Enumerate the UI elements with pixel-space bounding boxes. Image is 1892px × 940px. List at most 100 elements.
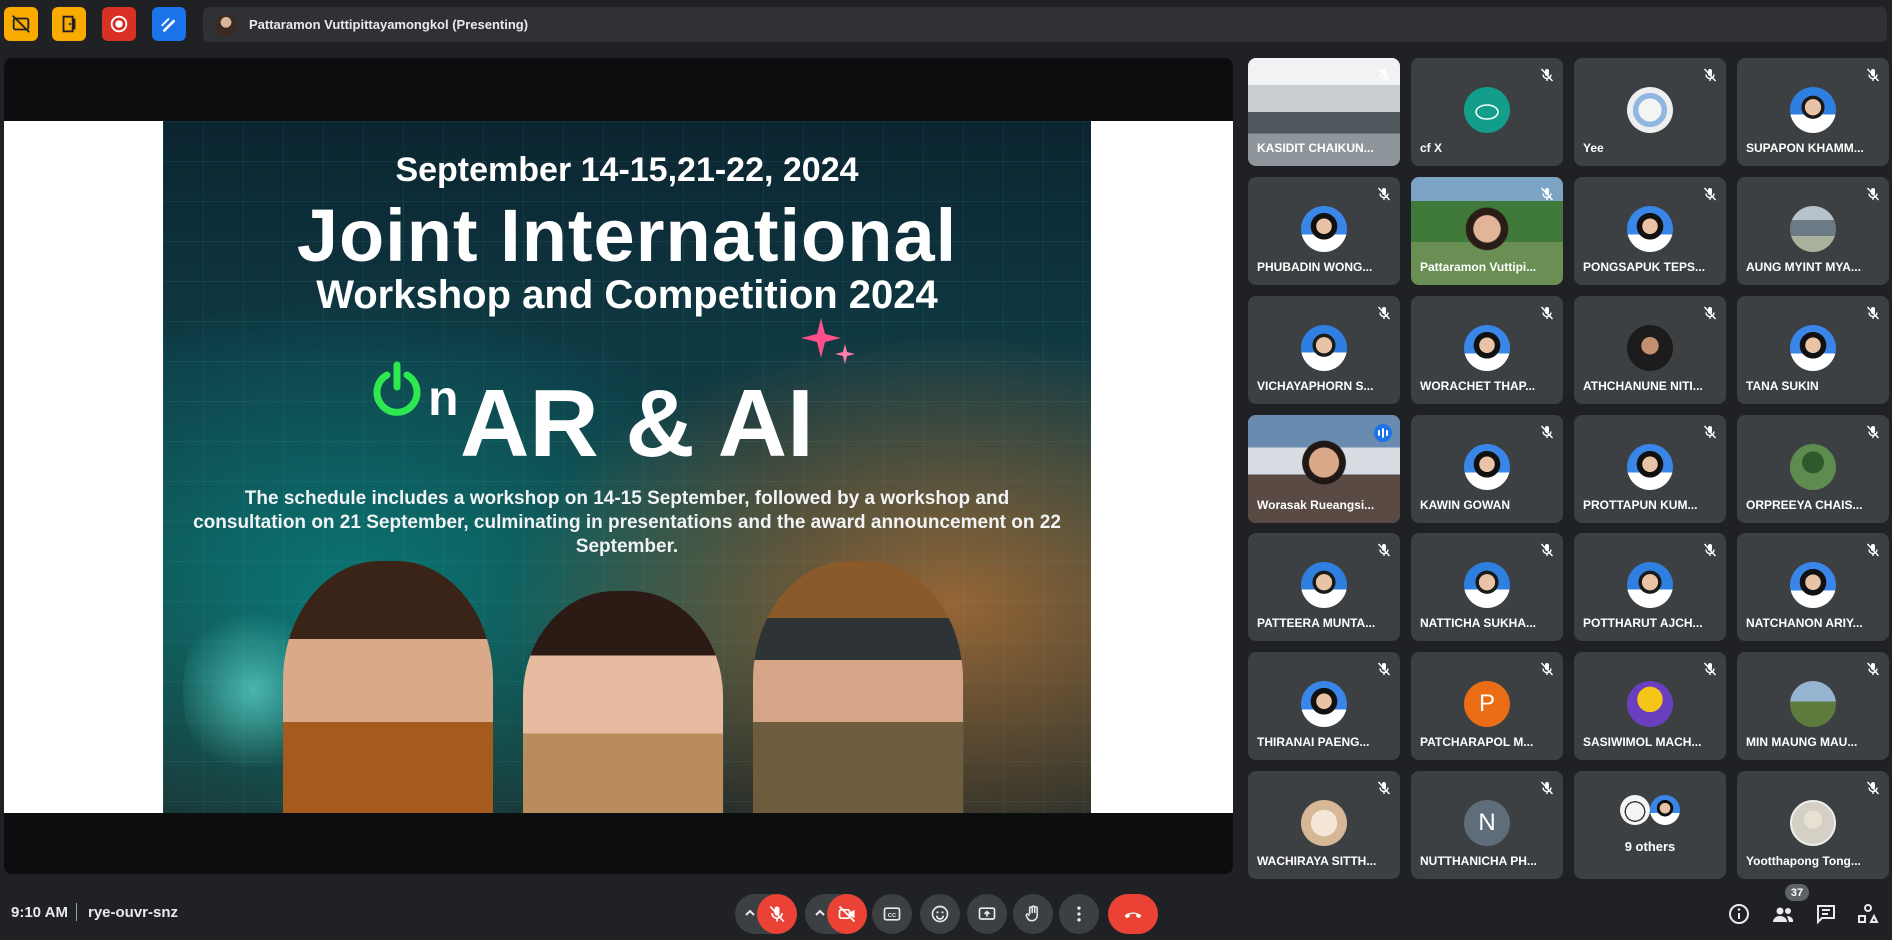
participant-tile[interactable]: PHUBADIN WONG...	[1248, 177, 1400, 285]
meeting-info-icon[interactable]	[1727, 902, 1751, 926]
slide-person-right-vr	[753, 561, 963, 813]
leave-call-button[interactable]	[1108, 894, 1158, 934]
participant-tile[interactable]: MIN MAUNG MAU...	[1737, 652, 1889, 760]
mic-muted-icon	[1865, 424, 1881, 440]
mic-muted-icon	[1865, 67, 1881, 83]
participant-tile[interactable]: N NUTTHANICHA PH...	[1411, 771, 1563, 879]
mic-muted-icon	[1702, 305, 1718, 321]
participant-name: cf X	[1420, 141, 1443, 155]
participant-name: ORPREEYA CHAIS...	[1746, 498, 1863, 512]
camera-off-icon	[838, 905, 856, 923]
bottom-bar: 9:10 AM rye-ouvr-snz CC	[0, 880, 1892, 940]
participant-name: SASIWIMOL MACH...	[1583, 735, 1702, 749]
participant-name: MIN MAUNG MAU...	[1746, 735, 1858, 749]
activities-icon[interactable]	[1856, 902, 1880, 926]
avatar	[1464, 444, 1510, 490]
recording-tool-button[interactable]	[102, 7, 136, 41]
avatar	[1627, 206, 1673, 252]
mic-muted-icon	[1702, 424, 1718, 440]
mic-muted-icon	[1702, 186, 1718, 202]
presenting-banner-text: Pattaramon Vuttipittayamongkol (Presenti…	[249, 17, 529, 32]
avatar	[1301, 562, 1347, 608]
participant-tile[interactable]: KASIDIT CHAIKUN...	[1248, 58, 1400, 166]
presentation-slide: September 14-15,21-22, 2024 Joint Intern…	[163, 121, 1091, 813]
presenting-banner[interactable]: Pattaramon Vuttipittayamongkol (Presenti…	[203, 7, 1887, 42]
participant-tile[interactable]: 9 others	[1574, 771, 1726, 879]
participant-name: PROTTAPUN KUM...	[1583, 498, 1698, 512]
participant-tile[interactable]: POTTHARUT AJCH...	[1574, 533, 1726, 641]
participant-tile[interactable]: SASIWIMOL MACH...	[1574, 652, 1726, 760]
chevron-up-icon[interactable]	[743, 906, 757, 920]
slide-person-left	[283, 561, 493, 813]
divider	[76, 903, 77, 921]
participant-name: NUTTHANICHA PH...	[1420, 854, 1537, 868]
mic-off-icon	[769, 905, 785, 923]
meeting-code: rye-ouvr-snz	[88, 904, 179, 921]
participant-tile[interactable]: KAWIN GOWAN	[1411, 415, 1563, 523]
captions-off-tool-button[interactable]	[4, 7, 38, 41]
svg-text:CC: CC	[888, 913, 897, 919]
avatar	[1650, 795, 1680, 825]
participant-name: TANA SUKIN	[1746, 379, 1819, 393]
hand-icon	[1025, 905, 1038, 922]
participant-tile[interactable]: TANA SUKIN	[1737, 296, 1889, 404]
record-icon	[110, 15, 128, 33]
clock: 9:10 AM	[11, 904, 68, 921]
participant-tile[interactable]: Yee	[1574, 58, 1726, 166]
mic-muted-icon	[1702, 542, 1718, 558]
camera-toggle-button[interactable]	[827, 894, 867, 934]
whiteboard-tool-button[interactable]	[152, 7, 186, 41]
raise-hand-button[interactable]	[1013, 894, 1053, 934]
mic-muted-icon	[1376, 67, 1392, 83]
participant-tile[interactable]: WORACHET THAP...	[1411, 296, 1563, 404]
chevron-up-icon[interactable]	[813, 906, 827, 920]
participant-name: KAWIN GOWAN	[1420, 498, 1510, 512]
mic-muted-icon	[1376, 305, 1392, 321]
avatar	[1464, 325, 1510, 371]
participant-tile[interactable]: ORPREEYA CHAIS...	[1737, 415, 1889, 523]
mic-muted-icon	[1539, 424, 1555, 440]
avatar	[1301, 681, 1347, 727]
participant-tile[interactable]: PROTTAPUN KUM...	[1574, 415, 1726, 523]
avatar	[1627, 681, 1673, 727]
participant-tile[interactable]: cf X	[1411, 58, 1563, 166]
participant-tile[interactable]: PONGSAPUK TEPS...	[1574, 177, 1726, 285]
avatar	[1464, 87, 1510, 133]
avatar: N	[1464, 800, 1510, 846]
participant-tile[interactable]: NATTICHA SUKHA...	[1411, 533, 1563, 641]
reactions-button[interactable]	[920, 894, 960, 934]
mic-muted-icon	[1376, 661, 1392, 677]
slide-date: September 14-15,21-22, 2024	[395, 151, 859, 189]
participant-tile[interactable]: WACHIRAYA SITTH...	[1248, 771, 1400, 879]
people-icon[interactable]	[1771, 902, 1795, 926]
avatar	[1790, 800, 1836, 846]
avatar	[1301, 800, 1347, 846]
emoji-icon	[931, 905, 949, 923]
participant-tile[interactable]: AUNG MYINT MYA...	[1737, 177, 1889, 285]
mic-muted-icon	[1865, 186, 1881, 202]
breakout-rooms-tool-button[interactable]	[52, 7, 86, 41]
participant-tile[interactable]: PATTEERA MUNTA...	[1248, 533, 1400, 641]
present-screen-button[interactable]	[967, 894, 1007, 934]
participant-tile[interactable]: Yootthapong Tong...	[1737, 771, 1889, 879]
more-options-button[interactable]	[1059, 894, 1099, 934]
avatar	[1620, 795, 1650, 825]
pen-icon	[161, 17, 176, 33]
participant-tile[interactable]: ATHCHANUNE NITI...	[1574, 296, 1726, 404]
participant-tile[interactable]: THIRANAI PAENG...	[1248, 652, 1400, 760]
participant-name: PATCHARAPOL M...	[1420, 735, 1534, 749]
participant-tile[interactable]: Pattaramon Vuttipi...	[1411, 177, 1563, 285]
mic-muted-icon	[1702, 661, 1718, 677]
participant-tile[interactable]: SUPAPON KHAMM...	[1737, 58, 1889, 166]
participant-tile[interactable]: NATCHANON ARIY...	[1737, 533, 1889, 641]
participant-name: SUPAPON KHAMM...	[1746, 141, 1864, 155]
participant-name: POTTHARUT AJCH...	[1583, 616, 1703, 630]
participant-tile[interactable]: Worasak Rueangsi...	[1248, 415, 1400, 523]
captions-button[interactable]: CC	[872, 894, 912, 934]
participant-tile[interactable]: VICHAYAPHORN S...	[1248, 296, 1400, 404]
chat-icon[interactable]	[1814, 902, 1838, 926]
slide-description: The schedule includes a workshop on 14-1…	[193, 488, 1061, 557]
slide-person-center	[523, 591, 723, 813]
participant-tile[interactable]: P PATCHARAPOL M...	[1411, 652, 1563, 760]
mic-toggle-button[interactable]	[757, 894, 797, 934]
